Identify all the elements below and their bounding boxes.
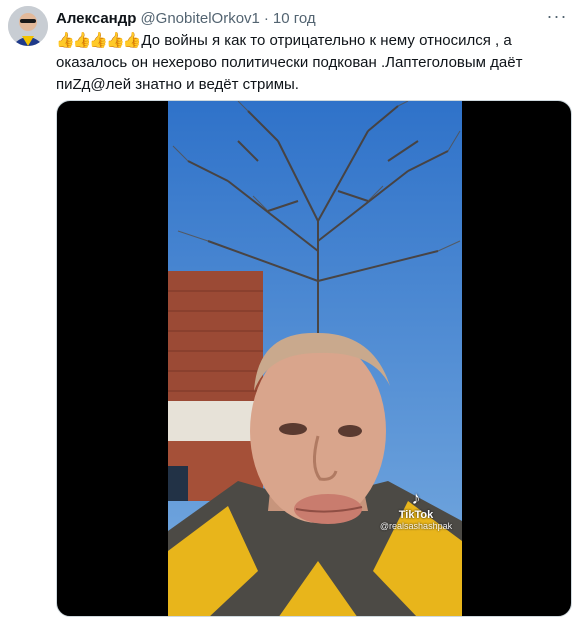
tiktok-logo-icon: ♪ (411, 488, 421, 508)
separator-dot: · (263, 9, 269, 27)
author-handle[interactable]: @GnobitelOrkov1 (140, 10, 259, 27)
tweet-header: Александр @GnobitelOrkov1 · 10 год (56, 8, 540, 28)
video-frame[interactable]: ♪ TikTok @realsashashpak (168, 101, 462, 616)
thumbs-up-icon: 👍👍👍👍👍 (56, 32, 141, 49)
tiktok-watermark: ♪ TikTok @realsashashpak (376, 489, 456, 531)
avatar-image (8, 6, 48, 46)
tweet-card[interactable]: Александр @GnobitelOrkov1 · 10 год ··· 👍… (0, 0, 580, 625)
tiktok-username: @realsashashpak (379, 521, 453, 531)
video-player[interactable]: ♪ TikTok @realsashashpak (56, 100, 572, 617)
tiktok-brand: TikTok (398, 509, 434, 521)
tweet-text: 👍👍👍👍👍 До войны я как то отрицательно к не… (56, 30, 564, 96)
video-still-image (168, 101, 462, 616)
author-name[interactable]: Александр (56, 10, 136, 27)
more-dots-icon[interactable]: ··· (544, 6, 570, 26)
avatar[interactable] (8, 6, 48, 46)
timestamp[interactable]: 10 год (273, 10, 316, 27)
